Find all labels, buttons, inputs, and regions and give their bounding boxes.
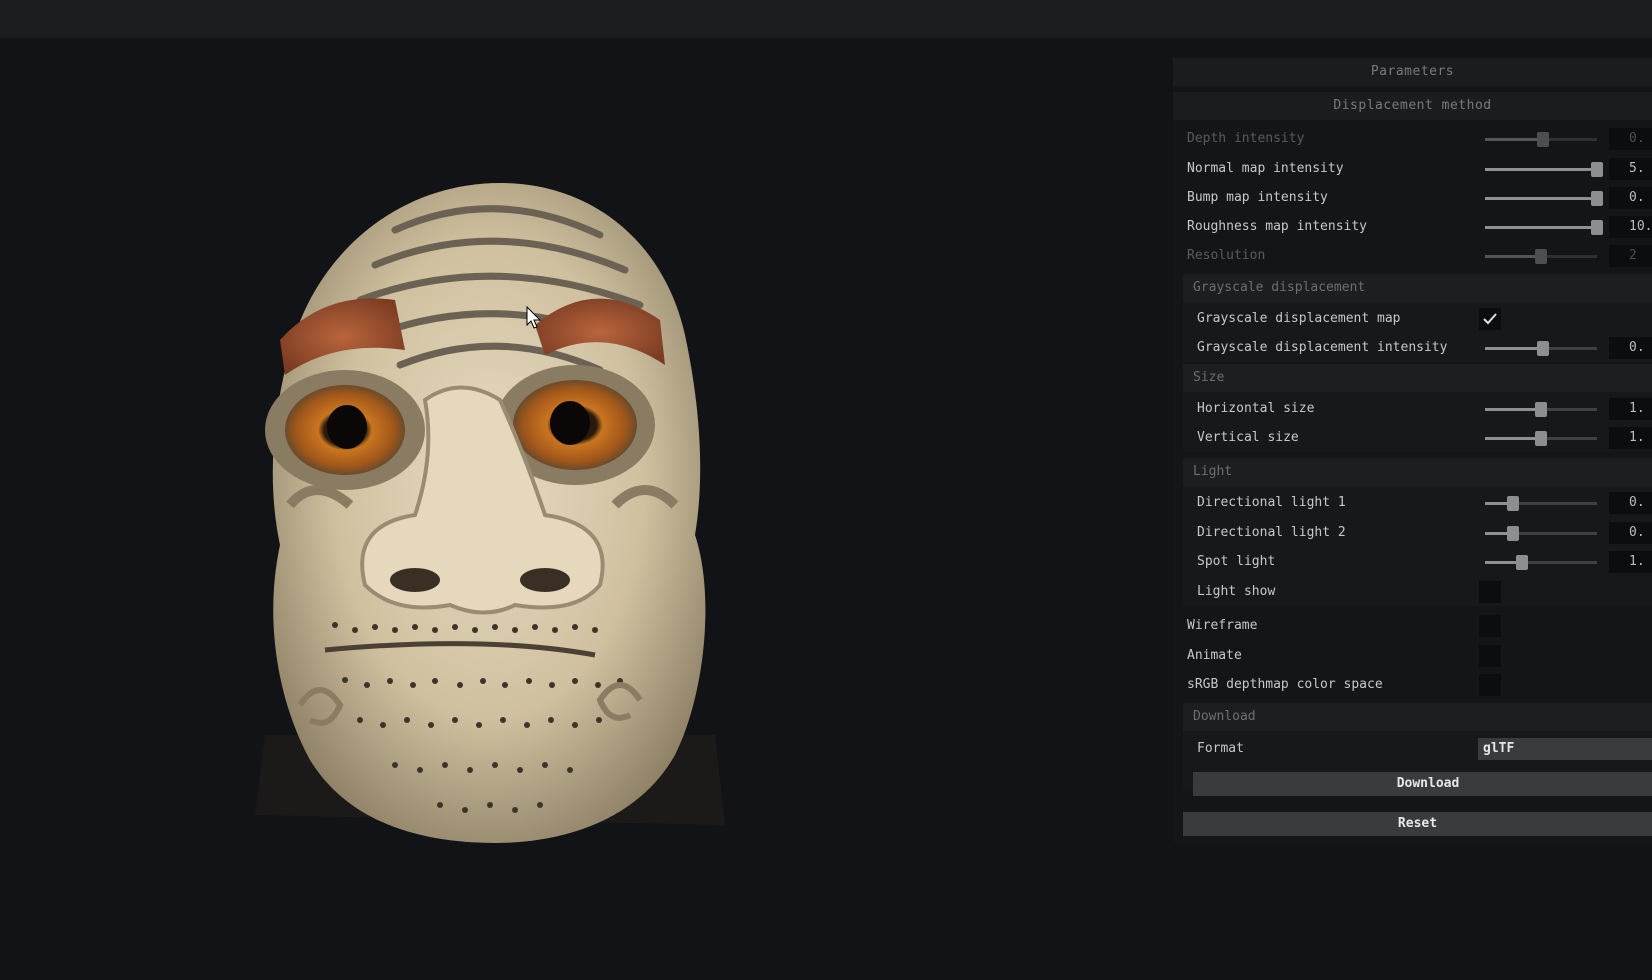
resolution-value[interactable]: 2 (1609, 245, 1652, 267)
normal-map-intensity-row: Normal map intensity 5. (1173, 155, 1652, 183)
download-button[interactable]: Download (1193, 772, 1652, 796)
depth-intensity-row: Depth intensity 0. (1173, 125, 1652, 153)
grayscale-intensity-label: Grayscale displacement intensity (1197, 340, 1448, 355)
light-show-checkbox[interactable] (1479, 581, 1501, 603)
directional-light-1-value[interactable]: 0. (1609, 492, 1652, 514)
resolution-label: Resolution (1187, 248, 1266, 263)
normal-map-intensity-label: Normal map intensity (1187, 161, 1344, 176)
grayscale-displacement-header[interactable]: Grayscale displacement (1183, 274, 1652, 302)
spot-light-label: Spot light (1197, 554, 1276, 569)
depth-intensity-slider[interactable] (1485, 132, 1597, 147)
depth-intensity-value[interactable]: 0. (1609, 128, 1652, 150)
vertical-size-label: Vertical size (1197, 430, 1299, 445)
directional-light-2-label: Directional light 2 (1197, 525, 1346, 540)
grayscale-displacement-header-label: Grayscale displacement (1193, 280, 1366, 295)
horizontal-size-row: Horizontal size 1. (1173, 395, 1652, 423)
roughness-map-intensity-slider[interactable] (1485, 220, 1603, 235)
grayscale-map-checkbox[interactable] (1479, 308, 1501, 330)
top-bar (0, 0, 1652, 38)
wireframe-checkbox[interactable] (1479, 615, 1501, 637)
resolution-slider[interactable] (1485, 249, 1597, 264)
directional-light-2-slider[interactable] (1485, 526, 1597, 541)
grayscale-intensity-slider[interactable] (1485, 341, 1597, 356)
format-row: Format glTF (1173, 735, 1652, 763)
directional-light-2-row: Directional light 2 0. (1173, 519, 1652, 547)
normal-map-intensity-value[interactable]: 5. (1609, 158, 1652, 180)
light-show-label: Light show (1197, 584, 1276, 599)
directional-light-1-slider[interactable] (1485, 496, 1597, 511)
directional-light-1-label: Directional light 1 (1197, 495, 1346, 510)
srgb-checkbox[interactable] (1479, 674, 1501, 696)
format-select[interactable]: glTF (1478, 738, 1652, 760)
format-label: Format (1197, 741, 1244, 756)
bump-map-intensity-label: Bump map intensity (1187, 190, 1328, 205)
light-header[interactable]: Light (1183, 458, 1652, 486)
light-show-row: Light show (1173, 578, 1652, 606)
download-header-label: Download (1193, 709, 1256, 724)
directional-light-2-value[interactable]: 0. (1609, 522, 1652, 544)
depth-intensity-label: Depth intensity (1187, 131, 1305, 146)
bump-map-intensity-slider[interactable] (1485, 191, 1603, 206)
vertical-size-slider[interactable] (1485, 431, 1597, 446)
horizontal-size-value[interactable]: 1. (1609, 398, 1652, 420)
mouse-cursor-icon (526, 306, 542, 329)
spot-light-slider[interactable] (1485, 555, 1597, 570)
light-header-label: Light (1193, 464, 1233, 479)
animate-checkbox[interactable] (1479, 645, 1501, 667)
bump-map-intensity-row: Bump map intensity 0. (1173, 184, 1652, 212)
horizontal-size-slider[interactable] (1485, 402, 1597, 417)
grayscale-map-row: Grayscale displacement map (1173, 305, 1652, 333)
horizontal-size-label: Horizontal size (1197, 401, 1315, 416)
vertical-size-row: Vertical size 1. (1173, 424, 1652, 452)
displacement-method-header[interactable]: Displacement method (1173, 92, 1652, 120)
download-header[interactable]: Download (1183, 703, 1652, 731)
animate-label: Animate (1187, 648, 1242, 663)
directional-light-1-row: Directional light 1 0. (1173, 489, 1652, 517)
mask-model[interactable] (255, 175, 750, 850)
roughness-map-intensity-row: Roughness map intensity 10. (1173, 213, 1652, 241)
wireframe-row: Wireframe (1173, 612, 1652, 640)
wireframe-label: Wireframe (1187, 618, 1258, 633)
srgb-label: sRGB depthmap color space (1187, 677, 1383, 692)
grayscale-intensity-row: Grayscale displacement intensity 0. (1173, 334, 1652, 362)
bump-map-intensity-value[interactable]: 0. (1609, 187, 1652, 209)
panel-title[interactable]: Parameters (1173, 58, 1652, 86)
roughness-map-intensity-value[interactable]: 10. (1609, 216, 1652, 238)
animate-row: Animate (1173, 642, 1652, 670)
roughness-map-intensity-label: Roughness map intensity (1187, 219, 1368, 234)
reset-button[interactable]: Reset (1183, 812, 1652, 836)
spot-light-row: Spot light 1. (1173, 548, 1652, 576)
grayscale-intensity-value[interactable]: 0. (1609, 337, 1652, 359)
size-header-label: Size (1193, 370, 1225, 385)
parameters-panel: Parameters Displacement method Depth int… (1173, 58, 1652, 844)
normal-map-intensity-slider[interactable] (1485, 162, 1603, 177)
checkmark-icon (1483, 313, 1497, 325)
size-header[interactable]: Size (1183, 364, 1652, 392)
spot-light-value[interactable]: 1. (1609, 551, 1652, 573)
resolution-row: Resolution 2 (1173, 242, 1652, 270)
vertical-size-value[interactable]: 1. (1609, 427, 1652, 449)
srgb-row: sRGB depthmap color space (1173, 671, 1652, 699)
grayscale-map-label: Grayscale displacement map (1197, 311, 1401, 326)
